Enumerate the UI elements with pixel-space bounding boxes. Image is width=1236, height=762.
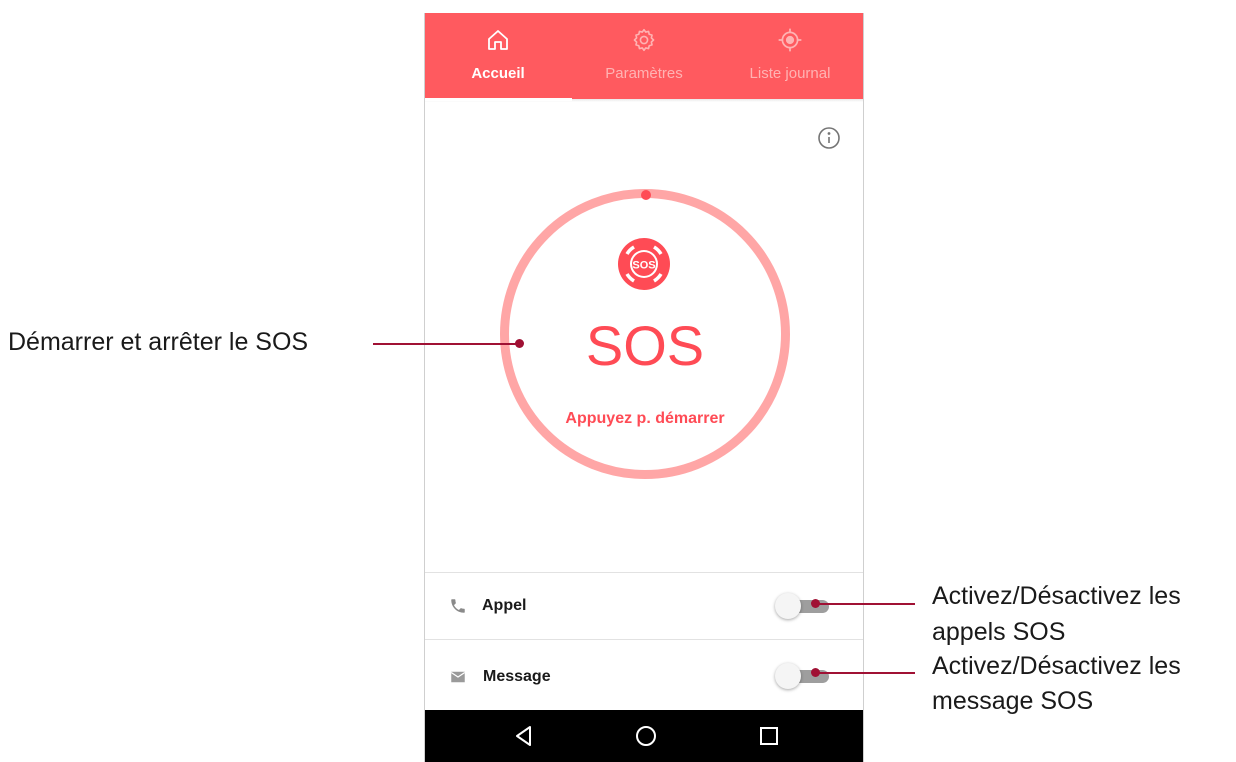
annotation-message-toggle-line1: Activez/Désactivez les bbox=[932, 652, 1181, 680]
logo-text: SOS bbox=[632, 260, 655, 272]
annotation-sos-button: Démarrer et arrêter le SOS bbox=[8, 328, 309, 356]
tab-label: Paramètres bbox=[605, 65, 683, 82]
gear-icon bbox=[630, 26, 658, 54]
phone-screen: Accueil Paramètres Liste journal SOS SOS… bbox=[424, 13, 864, 762]
row-call: Appel bbox=[425, 573, 863, 639]
annotation-call-toggle-line2: appels SOS bbox=[932, 618, 1066, 646]
tab-parametres[interactable]: Paramètres bbox=[571, 13, 717, 99]
toggle-knob bbox=[775, 593, 801, 619]
tab-label: Liste journal bbox=[749, 65, 831, 82]
home-circle-icon[interactable] bbox=[632, 722, 660, 750]
annotation-dot bbox=[811, 599, 820, 608]
tab-liste-journal[interactable]: Liste journal bbox=[717, 13, 863, 99]
annotation-message-toggle-line2: message SOS bbox=[932, 687, 1094, 715]
row-message: Message bbox=[425, 640, 863, 706]
phone-icon bbox=[449, 597, 467, 615]
sos-title: SOS bbox=[585, 314, 705, 377]
sos-progress-dot bbox=[641, 190, 651, 200]
call-toggle[interactable] bbox=[775, 593, 831, 619]
tab-accueil[interactable]: Accueil bbox=[425, 13, 571, 99]
home-icon bbox=[484, 26, 512, 54]
annotation-line bbox=[815, 603, 915, 605]
active-tab-indicator bbox=[425, 98, 572, 101]
recents-square-icon[interactable] bbox=[755, 722, 783, 750]
mail-icon bbox=[449, 668, 467, 686]
lifebuoy-sos-icon: SOS bbox=[612, 232, 676, 296]
annotation-dot bbox=[811, 668, 820, 677]
back-icon[interactable] bbox=[510, 722, 538, 750]
android-navigation-bar bbox=[425, 710, 863, 762]
annotation-call-toggle-line1: Activez/Désactivez les bbox=[932, 582, 1181, 610]
tab-bar: Accueil Paramètres Liste journal bbox=[425, 13, 863, 99]
call-label: Appel bbox=[482, 597, 527, 614]
toggle-knob bbox=[775, 663, 801, 689]
annotation-dot bbox=[515, 339, 524, 348]
tab-label: Accueil bbox=[471, 65, 525, 82]
location-target-icon bbox=[776, 26, 804, 54]
annotation-line bbox=[373, 343, 520, 345]
message-label: Message bbox=[483, 668, 551, 685]
message-toggle[interactable] bbox=[775, 663, 831, 689]
sos-subtitle: Appuyez p. démarrer bbox=[565, 410, 725, 427]
annotation-line bbox=[815, 672, 915, 674]
info-icon[interactable] bbox=[817, 126, 841, 150]
